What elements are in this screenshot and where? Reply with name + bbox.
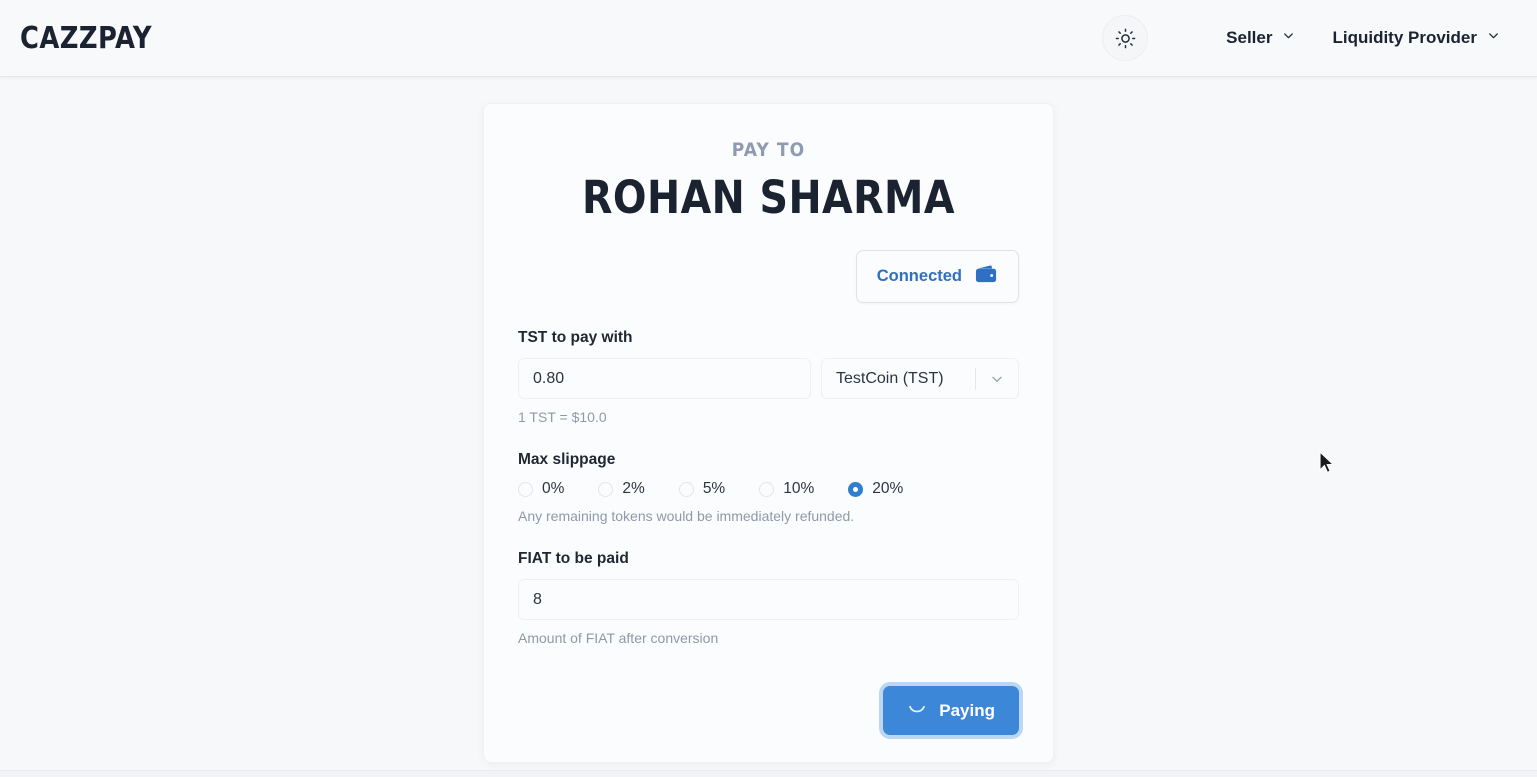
wallet-status-row: Connected [518, 250, 1019, 303]
wallet-connected-label: Connected [876, 267, 962, 285]
slippage-helper: Any remaining tokens would be immediatel… [518, 508, 855, 524]
token-input-row: TestCoin (TST) [518, 358, 1019, 399]
fiat-field-group: FIAT to be paid Amount of FIAT after con… [518, 550, 1019, 646]
page-footer-divider [0, 770, 1537, 777]
nav-item-liquidity-provider[interactable]: Liquidity Provider [1332, 28, 1501, 48]
chevron-down-icon [1486, 28, 1501, 48]
header-actions: Seller Liquidity Provider [1102, 15, 1501, 61]
slippage-radio-group: 0% 2% 5% 10% 20% [518, 480, 1019, 498]
radio-icon-selected[interactable] [848, 481, 864, 497]
wallet-connected-button[interactable]: Connected [855, 250, 1019, 303]
slippage-option-20-label: 20% [872, 480, 904, 497]
app-header: CAZZPAY Seller Liquidity Provider [0, 0, 1537, 77]
fiat-helper: Amount of FIAT after conversion [518, 630, 719, 646]
slippage-option-0[interactable]: 0% [518, 480, 564, 498]
token-amount-input[interactable] [518, 358, 811, 399]
slippage-option-10[interactable]: 10% [759, 480, 814, 498]
token-field-group: TST to pay with TestCoin (TST) 1 TST = $… [518, 329, 1019, 425]
nav-item-seller-label: Seller [1226, 28, 1273, 47]
slippage-group: Max slippage 0% 2% 5% 10% 20% Any remain… [518, 451, 1019, 524]
pay-button-label: Paying [939, 700, 995, 720]
token-select[interactable]: TestCoin (TST) [821, 358, 1019, 399]
slippage-option-2-label: 2% [622, 480, 645, 497]
wallet-icon [975, 264, 998, 289]
chevron-down-icon[interactable] [976, 371, 1018, 387]
submit-row: Paying [518, 686, 1019, 735]
slippage-option-5[interactable]: 5% [678, 480, 726, 498]
chevron-down-icon [1281, 28, 1296, 48]
slippage-option-10-label: 10% [783, 480, 815, 497]
pay-button[interactable]: Paying [883, 686, 1019, 735]
radio-icon[interactable] [518, 481, 533, 497]
mouse-cursor [1318, 450, 1336, 480]
payee-name: ROHAN SHARMA [581, 171, 956, 224]
payment-card: PAY TO ROHAN SHARMA Connected TST to pay… [483, 103, 1054, 763]
slippage-label: Max slippage [518, 451, 616, 468]
nav-item-liquidity-provider-label: Liquidity Provider [1332, 28, 1477, 47]
fiat-field-label: FIAT to be paid [518, 550, 629, 567]
main-content: PAY TO ROHAN SHARMA Connected TST to pay… [0, 77, 1537, 777]
slippage-option-0-label: 0% [542, 480, 565, 497]
spinner-icon [907, 698, 927, 723]
nav-item-seller[interactable]: Seller [1226, 28, 1296, 48]
fiat-amount-input[interactable] [518, 579, 1019, 620]
pay-to-label: PAY TO [731, 139, 806, 161]
radio-icon[interactable] [759, 481, 775, 497]
token-select-value: TestCoin (TST) [836, 369, 944, 387]
slippage-option-20[interactable]: 20% [848, 480, 903, 498]
radio-icon[interactable] [598, 481, 614, 497]
sun-icon [1115, 28, 1136, 49]
radio-icon[interactable] [678, 481, 694, 497]
token-field-label: TST to pay with [518, 329, 633, 346]
slippage-option-5-label: 5% [702, 480, 726, 497]
token-rate-helper: 1 TST = $10.0 [518, 409, 607, 425]
theme-toggle-button[interactable] [1102, 15, 1149, 61]
app-logo[interactable]: CAZZPAY [20, 21, 152, 56]
slippage-option-2[interactable]: 2% [598, 480, 645, 498]
